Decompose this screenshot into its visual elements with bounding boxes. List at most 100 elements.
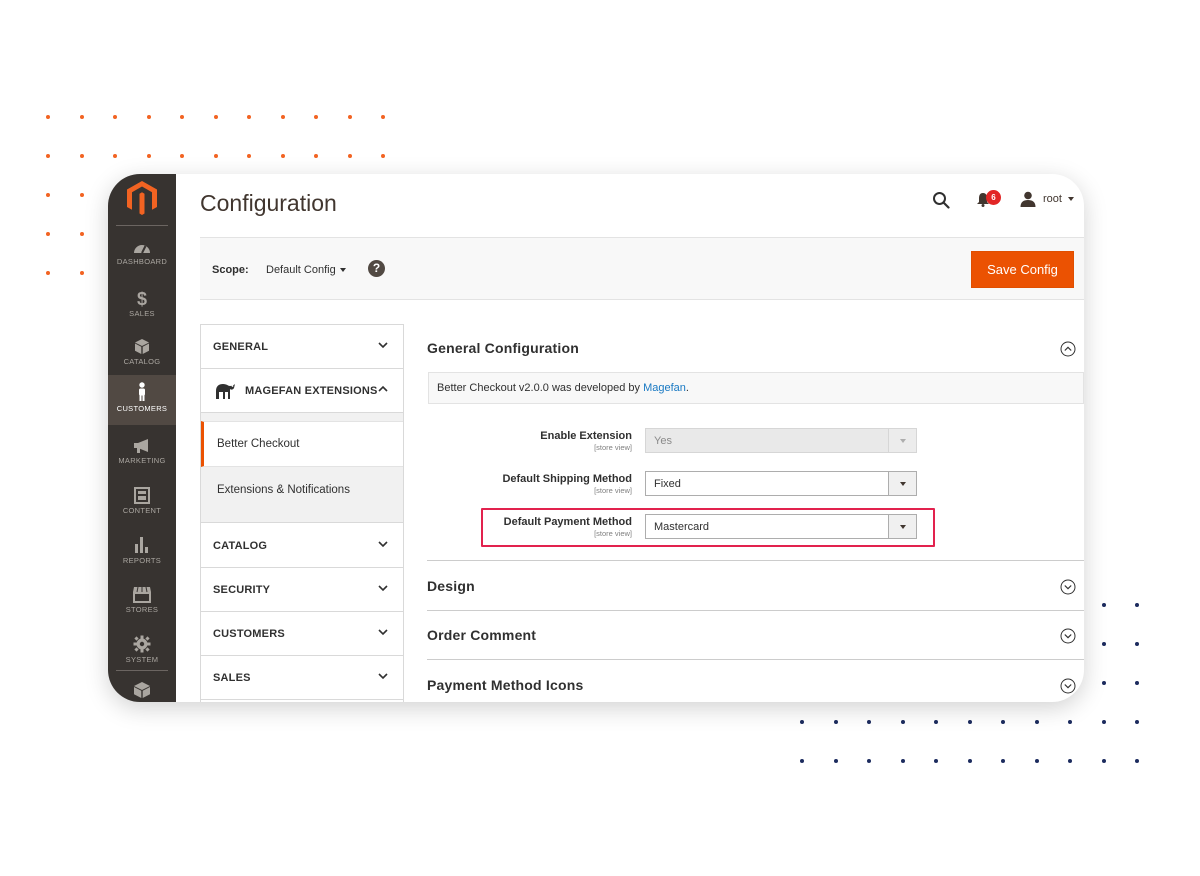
decorative-dot (1135, 720, 1139, 724)
tab-label: GENERAL (213, 341, 269, 353)
decorative-dot (1034, 759, 1039, 763)
select-value: Yes (654, 435, 672, 447)
decorative-dot (46, 193, 50, 197)
extension-info-note: Better Checkout v2.0.0 was developed by … (428, 372, 1084, 404)
box-icon (135, 339, 149, 354)
section-design-title[interactable]: Design (427, 578, 475, 594)
decorative-dot (1101, 603, 1106, 607)
field-scope: [store view] (594, 443, 632, 452)
sidebar-item-label: CONTENT (122, 506, 162, 515)
tab-better-checkout[interactable]: Better Checkout (201, 421, 403, 467)
chevron-down-icon[interactable] (340, 268, 346, 272)
sidebar-item-extensions[interactable] (108, 674, 176, 702)
default-shipping-method-select[interactable]: Fixed (645, 471, 917, 496)
save-config-button[interactable]: Save Config (971, 251, 1074, 288)
decorative-dot (247, 115, 251, 119)
decorative-dot (1101, 642, 1106, 646)
scope-switcher[interactable]: Default Config (266, 264, 336, 276)
scope-bar: Scope: Default Config ? Save Config (200, 237, 1084, 300)
collapse-icon[interactable] (1060, 341, 1076, 357)
sidebar-item-label: SALES (129, 309, 155, 318)
magento-logo-icon[interactable] (125, 180, 159, 216)
sidebar-item-marketing[interactable]: MARKETING (108, 431, 176, 481)
section-order-comment-title[interactable]: Order Comment (427, 627, 536, 643)
scope-label: Scope: (212, 264, 249, 276)
chevron-down-icon (378, 541, 388, 548)
magefan-subsection: Better Checkout Extensions & Notificatio… (201, 413, 403, 523)
section-general-configuration-title[interactable]: General Configuration (427, 340, 579, 356)
decorative-dot (1068, 720, 1072, 724)
decorative-dot (1068, 759, 1072, 763)
tab-general[interactable]: GENERAL (201, 325, 403, 369)
notification-badge[interactable]: 6 (986, 190, 1001, 205)
tab-customers[interactable]: CUSTOMERS (201, 612, 403, 656)
select-value: Fixed (654, 478, 681, 490)
gear-icon (133, 635, 151, 653)
sidebar-item-stores[interactable]: STORES (108, 579, 176, 629)
tab-sales[interactable]: SALES (201, 656, 403, 700)
expand-icon[interactable] (1060, 678, 1076, 694)
sidebar-item-dashboard[interactable]: DASHBOARD (108, 232, 176, 282)
decorative-dot (347, 115, 352, 119)
sidebar-item-label: REPORTS (122, 556, 162, 565)
chevron-down-icon[interactable] (1068, 197, 1074, 201)
decorative-dot (213, 115, 218, 119)
sidebar-item-reports[interactable]: REPORTS (108, 529, 176, 579)
decorative-dot (381, 154, 385, 158)
section-payment-method-icons-title[interactable]: Payment Method Icons (427, 677, 583, 693)
admin-window: DASHBOARD $ SALES CATALOG CUSTOMERS MARK… (108, 174, 1084, 702)
dashboard-icon (134, 245, 150, 254)
decorative-dot (867, 759, 871, 763)
expand-icon[interactable] (1060, 579, 1076, 595)
sidebar-item-content[interactable]: CONTENT (108, 480, 176, 530)
expand-icon[interactable] (1060, 628, 1076, 644)
help-icon[interactable]: ? (368, 260, 385, 277)
select-arrow-box[interactable] (888, 472, 916, 495)
decorative-dot (1034, 720, 1039, 724)
tab-catalog[interactable]: CATALOG (201, 524, 403, 568)
config-content: General Configuration Better Checkout v2… (427, 324, 1084, 702)
decorative-dot (46, 232, 50, 236)
decorative-dot (1135, 642, 1139, 646)
decorative-dot (800, 759, 804, 763)
config-tabs: GENERAL MAGEFAN EXTENSIONS Better Checko… (200, 324, 404, 702)
decorative-dot (180, 154, 184, 158)
tab-extensions-notifications[interactable]: Extensions & Notifications (201, 473, 403, 507)
note-text-end: . (685, 382, 689, 394)
decorative-dot (1001, 759, 1005, 763)
user-icon[interactable] (1020, 191, 1036, 207)
tab-magefan-extensions[interactable]: MAGEFAN EXTENSIONS (201, 369, 403, 413)
chevron-up-icon (378, 385, 388, 392)
decorative-dot (280, 154, 285, 158)
sidebar-item-customers[interactable]: CUSTOMERS (108, 375, 176, 425)
magefan-logo-icon (216, 384, 235, 399)
field-label-text: Default Shipping Method (502, 473, 632, 485)
sidebar-item-label: CATALOG (123, 357, 161, 366)
user-menu-username[interactable]: root (1043, 193, 1062, 205)
field-label-text: Enable Extension (540, 430, 632, 442)
decorative-dot (247, 154, 251, 158)
magefan-link[interactable]: Magefan (643, 382, 686, 394)
note-text: Better Checkout v2.0.0 was developed by (437, 382, 644, 394)
field-label-enable-extension: Enable Extension [store view] (540, 430, 632, 452)
svg-text:$: $ (137, 289, 147, 307)
decorative-dot (800, 720, 804, 724)
sidebar-item-catalog[interactable]: CATALOG (108, 331, 176, 381)
decorative-dot (113, 154, 117, 158)
enable-extension-select: Yes (645, 428, 917, 453)
section-divider (427, 659, 1084, 660)
highlight-box (481, 508, 935, 547)
sidebar-divider (116, 670, 168, 671)
decorative-dot (314, 115, 318, 119)
decorative-dot (1101, 720, 1106, 724)
tab-security[interactable]: SECURITY (201, 568, 403, 612)
search-icon[interactable] (932, 191, 950, 209)
sidebar-item-label: STORES (125, 605, 159, 614)
decorative-dot (213, 154, 218, 158)
decorative-dot (967, 759, 972, 763)
sidebar-divider (116, 225, 168, 226)
decorative-dot (967, 720, 972, 724)
decorative-dot (934, 720, 938, 724)
decorative-dot (46, 154, 50, 158)
sidebar-item-sales[interactable]: $ SALES (108, 282, 176, 332)
